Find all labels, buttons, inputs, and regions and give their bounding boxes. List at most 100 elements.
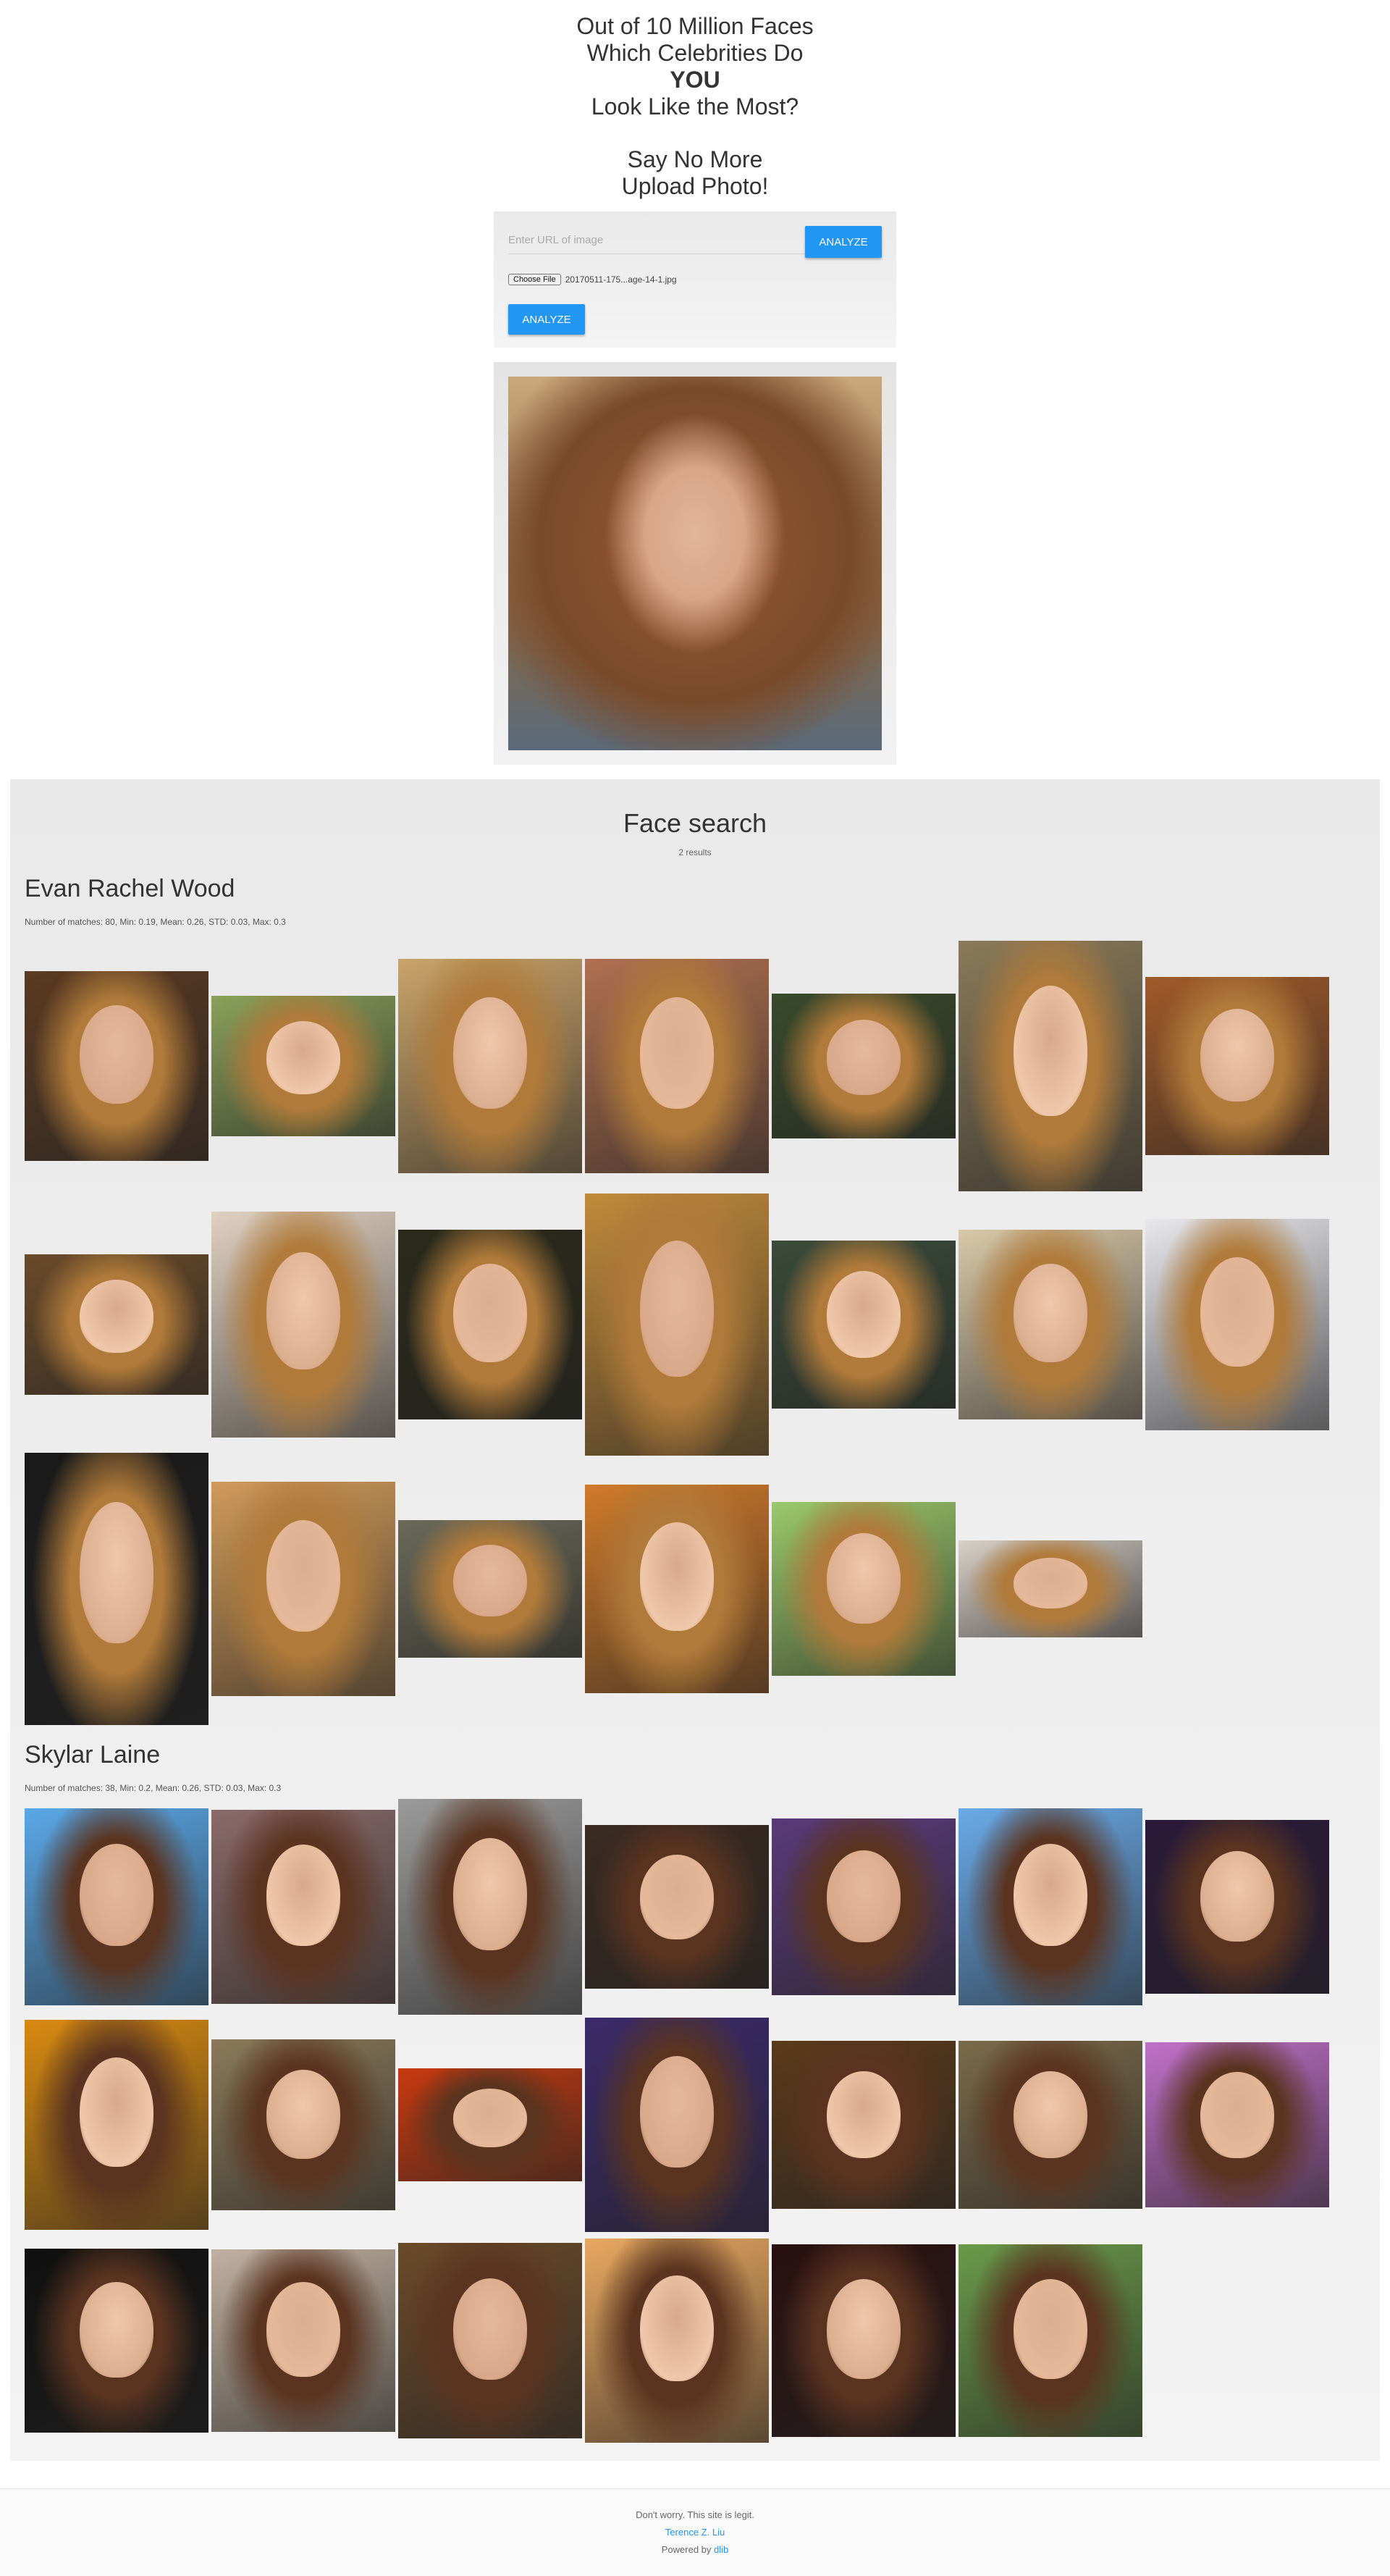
- celebrity-match-photo[interactable]: [959, 1540, 1142, 1637]
- celebrity-match-photo[interactable]: [398, 2068, 582, 2181]
- face-region: [1200, 1009, 1274, 1102]
- face-region: [453, 997, 527, 1109]
- celebrity-match-photo[interactable]: [398, 1230, 582, 1419]
- celebrity-match-photo[interactable]: [211, 2039, 395, 2210]
- face-region: [827, 1020, 901, 1095]
- celebrity-match-photo[interactable]: [959, 941, 1142, 1191]
- celebrity-match-photo[interactable]: [585, 1193, 769, 1456]
- footer: Don't worry. This site is legit. Terence…: [0, 2488, 1390, 2576]
- powered-by-prefix: Powered by: [661, 2544, 714, 2555]
- face-region: [1014, 1558, 1087, 1608]
- face-region: [827, 1533, 901, 1624]
- uploaded-photo: [508, 377, 882, 750]
- face-region: [640, 1522, 714, 1631]
- face-region: [1014, 986, 1087, 1117]
- hero-line: Out of 10 Million Faces: [576, 13, 814, 39]
- face-region: [80, 2057, 153, 2167]
- hero-line: Upload Photo!: [621, 173, 769, 199]
- celebrity-match-photo[interactable]: [211, 2249, 395, 2432]
- celebrity-match-photo[interactable]: [25, 1254, 208, 1395]
- hero-line: Which Celebrities Do: [586, 40, 804, 66]
- celebrity-match-photo[interactable]: [585, 1825, 769, 1989]
- celebrity-match-photo[interactable]: [25, 971, 208, 1161]
- face-region: [266, 1020, 340, 1094]
- face-region: [266, 1520, 340, 1632]
- face-region: [266, 1252, 340, 1370]
- celebrity-name: Skylar Laine: [25, 1741, 161, 1769]
- celebrity-match-photo[interactable]: [772, 1241, 956, 1409]
- file-picker: Choose File 20170511-175...age-14-1.jpg: [508, 272, 677, 287]
- face-region: [640, 2275, 714, 2382]
- powered-by: Powered by dlib: [0, 2541, 1390, 2559]
- celebrity-match-photo[interactable]: [25, 1453, 208, 1725]
- face-region: [80, 1279, 153, 1353]
- celebrity-match-photo[interactable]: [211, 996, 395, 1136]
- celebrity-match-photo[interactable]: [585, 1485, 769, 1693]
- dlib-link[interactable]: dlib: [714, 2544, 728, 2555]
- celebrity-match-photo[interactable]: [959, 1230, 1142, 1419]
- author-link[interactable]: Terence Z. Liu: [665, 2527, 725, 2538]
- celebrity-match-photo[interactable]: [585, 959, 769, 1173]
- celebrity-match-photo[interactable]: [211, 1482, 395, 1696]
- celebrity-match-photo[interactable]: [959, 2041, 1142, 2209]
- celebrity-match-photo[interactable]: [398, 1520, 582, 1658]
- uploaded-photo-card: [494, 362, 896, 765]
- celebrity-match-stats: Number of matches: 80, Min: 0.19, Mean: …: [25, 917, 286, 927]
- face-region: [453, 1264, 527, 1363]
- face-region: [80, 1843, 153, 1947]
- face-region: [266, 2282, 340, 2378]
- celebrity-match-photo[interactable]: [772, 2244, 956, 2437]
- celebrity-match-photo[interactable]: [585, 2018, 769, 2232]
- face-region: [640, 1241, 714, 1377]
- face-search-results: Face search 2 results Evan Rachel Wood N…: [10, 779, 1380, 2461]
- celebrity-match-photo[interactable]: [772, 1818, 956, 1995]
- celebrity-match-photo[interactable]: [211, 1810, 395, 2004]
- results-title: Face search: [623, 808, 767, 838]
- celebrity-match-photo[interactable]: [1145, 1820, 1329, 1994]
- celebrity-match-photo[interactable]: [211, 1212, 395, 1438]
- face-region: [827, 2071, 901, 2159]
- celebrity-name: Evan Rachel Wood: [25, 875, 235, 902]
- face-region: [80, 2281, 153, 2378]
- hero-line-emphasis: YOU: [670, 67, 720, 93]
- image-url-input[interactable]: [508, 226, 805, 254]
- celebrity-match-photo[interactable]: [959, 1808, 1142, 2005]
- celebrity-match-stats: Number of matches: 38, Min: 0.2, Mean: 0…: [25, 1783, 282, 1793]
- hero-heading: Out of 10 Million Faces Which Celebritie…: [0, 13, 1390, 200]
- analyze-url-button[interactable]: ANALYZE: [805, 226, 882, 258]
- upload-card: ANALYZE Choose File 20170511-175...age-1…: [494, 211, 896, 348]
- celebrity-match-photo[interactable]: [959, 2244, 1142, 2437]
- face-region: [453, 2278, 527, 2380]
- face-region: [453, 1837, 527, 1950]
- celebrity-match-photo[interactable]: [25, 2249, 208, 2433]
- face-region: [1014, 1843, 1087, 1947]
- footer-tagline: Don't worry. This site is legit.: [636, 2509, 754, 2520]
- face-region: [1014, 1264, 1087, 1363]
- celebrity-match-photo[interactable]: [1145, 2042, 1329, 2207]
- analyze-file-button[interactable]: ANALYZE: [508, 304, 585, 335]
- face-region: [640, 1854, 714, 1940]
- face-region: [1200, 2072, 1274, 2158]
- celebrity-match-photo[interactable]: [772, 2041, 956, 2209]
- face-region: [1200, 1256, 1274, 1367]
- face-region: [1014, 2278, 1087, 2380]
- celebrity-match-photo[interactable]: [398, 1799, 582, 2015]
- face-region: [827, 1850, 901, 1942]
- celebrity-match-photo[interactable]: [585, 2239, 769, 2443]
- celebrity-match-photo[interactable]: [398, 959, 582, 1173]
- face-region: [827, 1270, 901, 1359]
- face-region: [80, 1005, 153, 1104]
- hero-line: Say No More: [627, 146, 763, 172]
- celebrity-match-photo[interactable]: [772, 1502, 956, 1676]
- hero-line: Look Like the Most?: [591, 93, 799, 119]
- celebrity-match-photo[interactable]: [1145, 977, 1329, 1155]
- face-region: [640, 2056, 714, 2168]
- celebrity-match-photo[interactable]: [25, 2020, 208, 2230]
- choose-file-button[interactable]: Choose File: [508, 274, 561, 285]
- celebrity-match-photo[interactable]: [25, 1808, 208, 2005]
- face-region: [266, 2070, 340, 2160]
- celebrity-match-photo[interactable]: [1145, 1219, 1329, 1430]
- face-region: [80, 1501, 153, 1644]
- celebrity-match-photo[interactable]: [398, 2243, 582, 2438]
- celebrity-match-photo[interactable]: [772, 994, 956, 1138]
